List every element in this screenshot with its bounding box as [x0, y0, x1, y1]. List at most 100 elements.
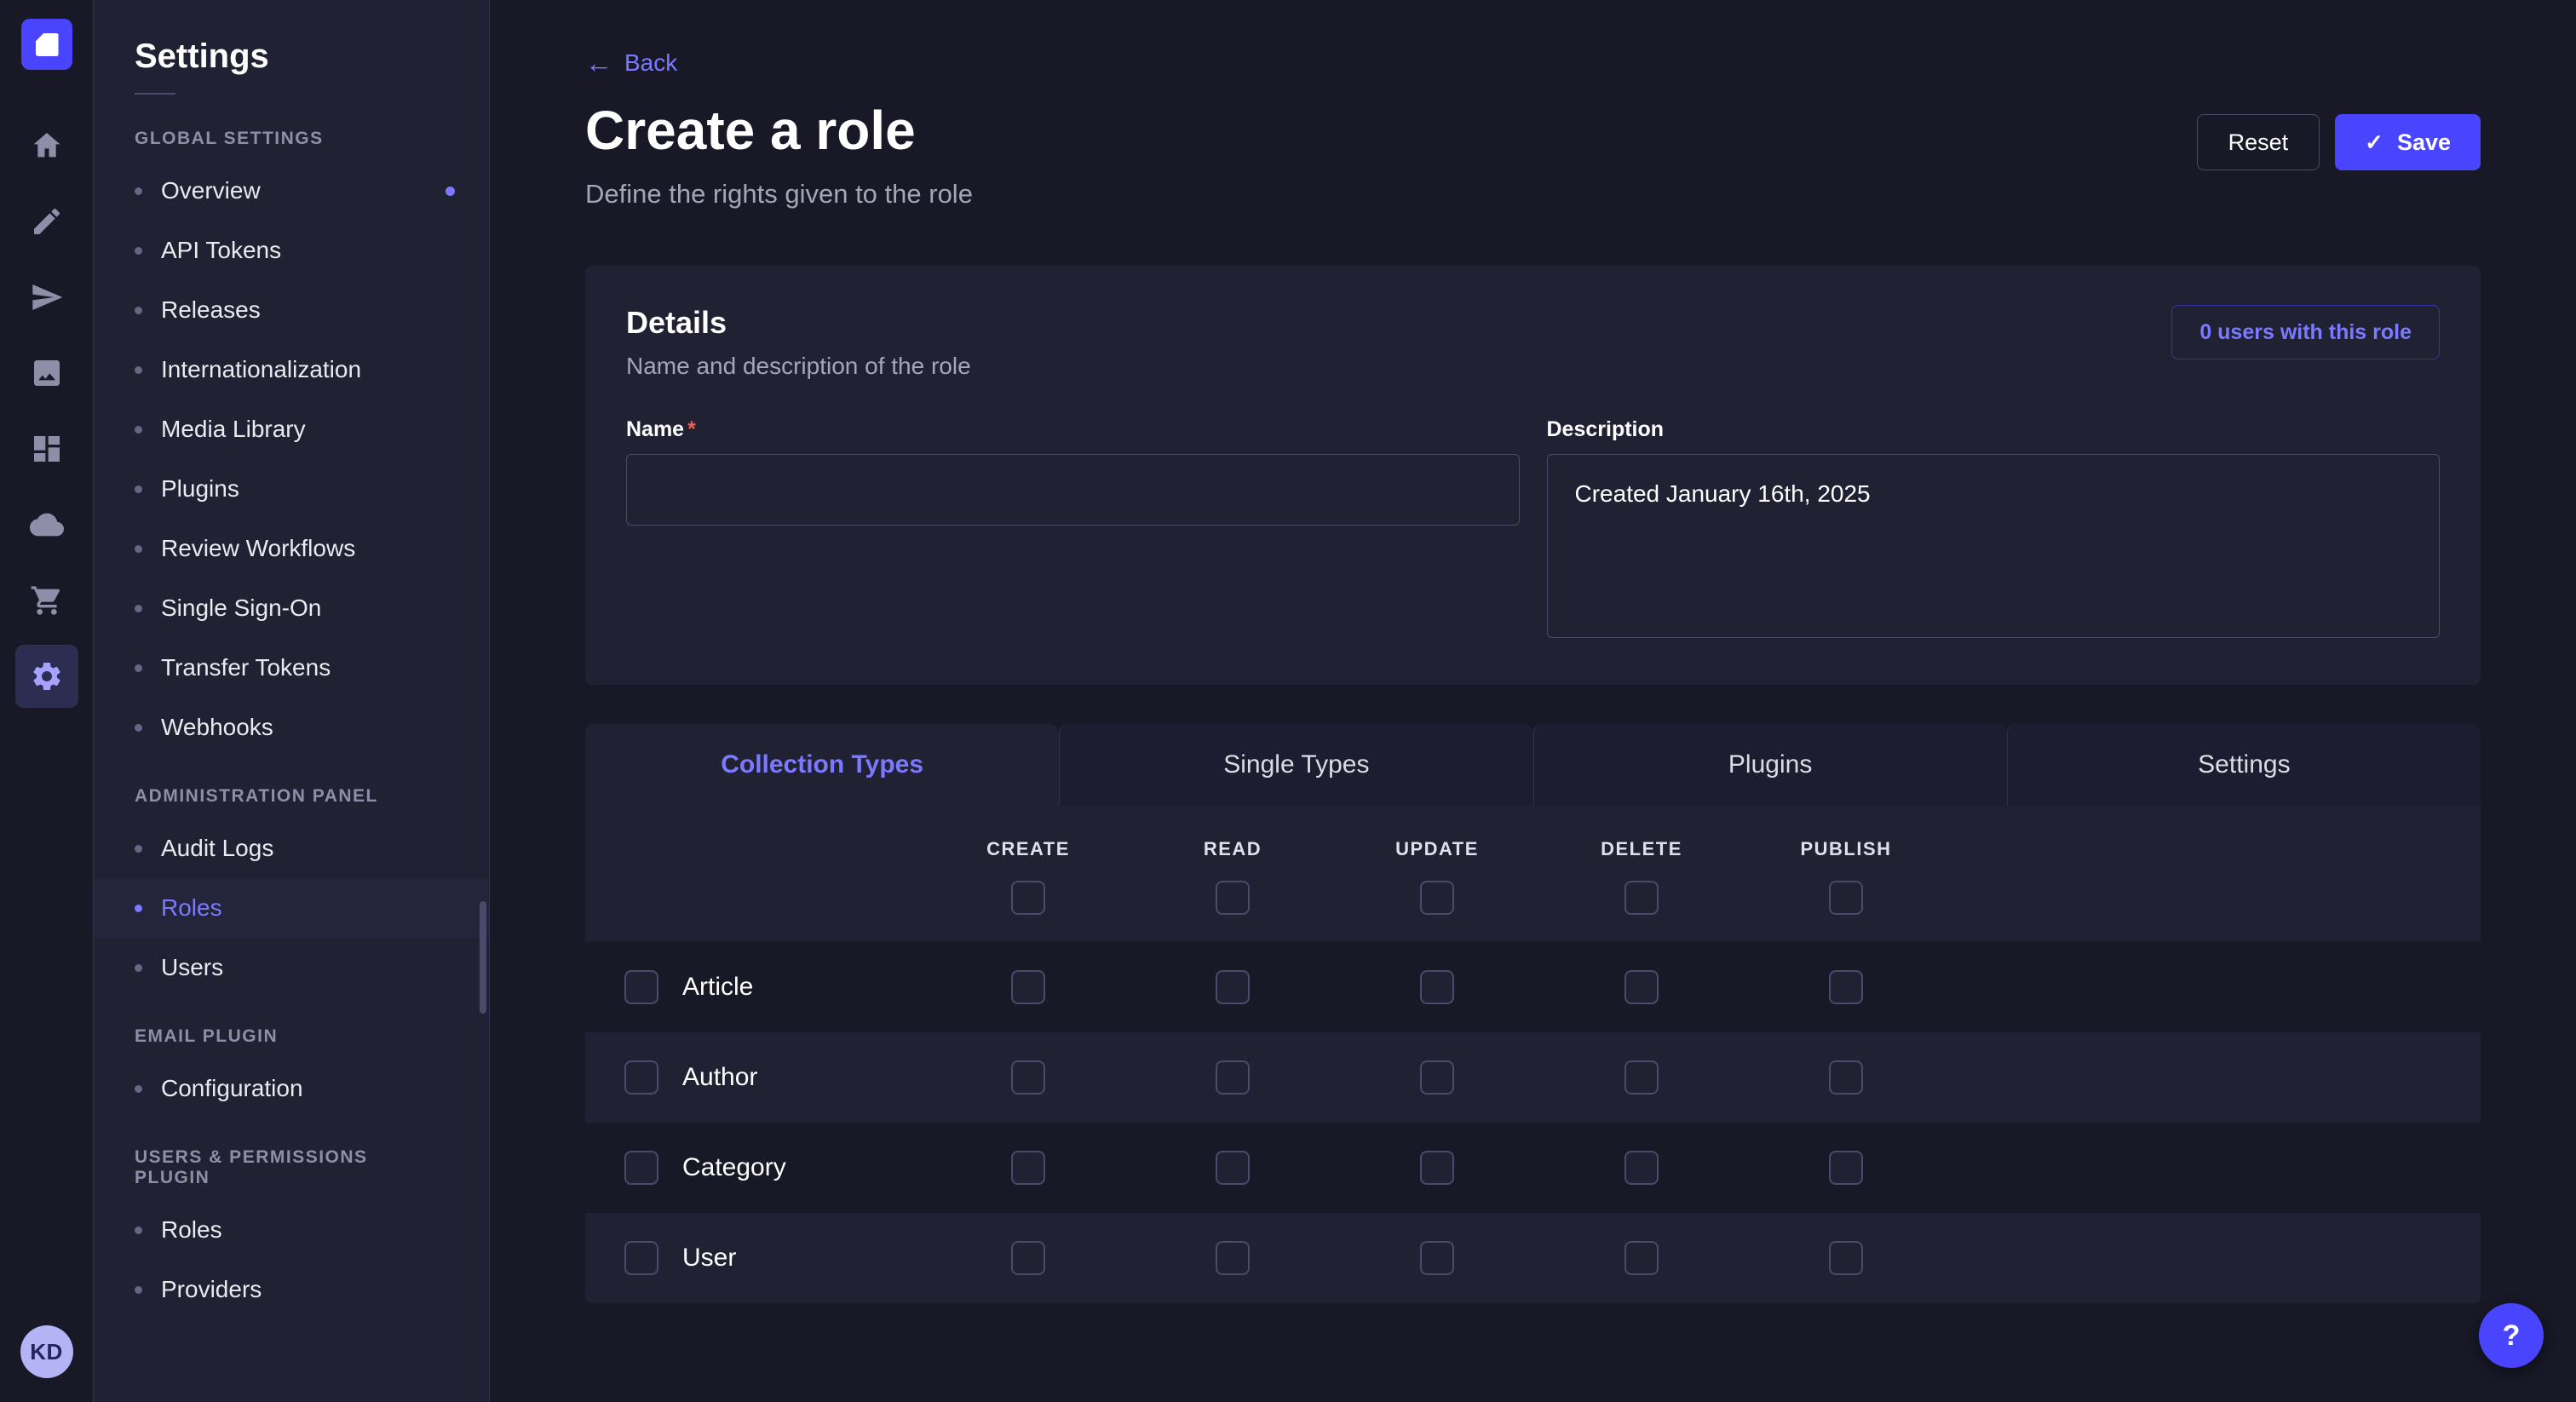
details-card: Details Name and description of the role… [585, 266, 2481, 685]
sidebar-item-single-sign-on[interactable]: Single Sign-On [94, 578, 489, 638]
sidebar-item-label: Configuration [161, 1075, 303, 1102]
rail-button-paper-plane[interactable] [15, 266, 78, 329]
icon-rail: KD [0, 0, 94, 1402]
tab-plugins[interactable]: Plugins [1533, 724, 2007, 806]
save-button[interactable]: ✓ Save [2335, 114, 2481, 170]
article-read-checkbox[interactable] [1216, 970, 1250, 1004]
category-delete-checkbox[interactable] [1624, 1151, 1659, 1185]
bullet-icon [135, 545, 142, 553]
sidebar-item-api-tokens[interactable]: API Tokens [94, 221, 489, 280]
main-content: ← Back Create a role Define the rights g… [490, 0, 2576, 1402]
user-publish-checkbox[interactable] [1829, 1241, 1863, 1275]
select-all-publish-checkbox[interactable] [1829, 881, 1863, 915]
notification-dot-icon [446, 187, 455, 196]
sidebar-item-roles[interactable]: Roles [94, 1200, 489, 1260]
cloud-icon [30, 508, 64, 542]
select-all-create-checkbox[interactable] [1011, 881, 1045, 915]
row-select-user-checkbox[interactable] [624, 1241, 658, 1275]
article-update-checkbox[interactable] [1420, 970, 1454, 1004]
select-all-read-checkbox[interactable] [1216, 881, 1250, 915]
permission-row-author: Author [585, 1032, 2481, 1123]
bullet-icon [135, 1286, 142, 1294]
row-select-article-checkbox[interactable] [624, 970, 658, 1004]
permissions-header: CREATEREADUPDATEDELETEPUBLISH [585, 806, 2481, 942]
article-publish-checkbox[interactable] [1829, 970, 1863, 1004]
author-read-checkbox[interactable] [1216, 1060, 1250, 1095]
sidebar-scrollbar-thumb[interactable] [480, 901, 486, 1014]
rail-button-pen[interactable] [15, 190, 78, 253]
article-create-checkbox[interactable] [1011, 970, 1045, 1004]
row-select-category-checkbox[interactable] [624, 1151, 658, 1185]
sidebar-item-releases[interactable]: Releases [94, 280, 489, 340]
author-update-checkbox[interactable] [1420, 1060, 1454, 1095]
tab-collection-types[interactable]: Collection Types [585, 724, 1059, 806]
category-publish-checkbox[interactable] [1829, 1151, 1863, 1185]
required-asterisk: * [687, 417, 696, 441]
rail-button-gear[interactable] [15, 645, 78, 708]
rail-button-home[interactable] [15, 114, 78, 177]
help-button[interactable]: ? [2479, 1303, 2544, 1368]
author-create-checkbox[interactable] [1011, 1060, 1045, 1095]
sidebar-section: ADMINISTRATION PANELAudit LogsRolesUsers [94, 757, 489, 997]
sidebar-item-configuration[interactable]: Configuration [94, 1059, 489, 1118]
avatar[interactable]: KD [20, 1325, 73, 1378]
details-subtitle: Name and description of the role [626, 353, 971, 380]
rail-button-cart[interactable] [15, 569, 78, 632]
user-delete-checkbox[interactable] [1624, 1241, 1659, 1275]
tab-settings[interactable]: Settings [2007, 724, 2481, 806]
gear-icon [30, 659, 64, 693]
sidebar-sections: GLOBAL SETTINGSOverviewAPI TokensRelease… [94, 100, 489, 1319]
user-create-checkbox[interactable] [1011, 1241, 1045, 1275]
sidebar-item-label: Transfer Tokens [161, 654, 331, 681]
back-link[interactable]: ← Back [585, 49, 677, 77]
name-input[interactable] [626, 454, 1520, 526]
row-select-author-checkbox[interactable] [624, 1060, 658, 1095]
sidebar-item-overview[interactable]: Overview [94, 161, 489, 221]
app-window: KD Settings GLOBAL SETTINGSOverviewAPI T… [0, 0, 2576, 1402]
author-publish-checkbox[interactable] [1829, 1060, 1863, 1095]
users-with-role-button[interactable]: 0 users with this role [2171, 305, 2440, 359]
rail-button-cloud[interactable] [15, 493, 78, 556]
reset-button[interactable]: Reset [2197, 114, 2320, 170]
row-label-article: Article [682, 973, 753, 1002]
bullet-icon [135, 605, 142, 612]
user-update-checkbox[interactable] [1420, 1241, 1454, 1275]
permissions-tabs: Collection TypesSingle TypesPluginsSetti… [585, 724, 2481, 806]
rail-button-media[interactable] [15, 342, 78, 405]
cart-icon [30, 583, 64, 618]
bullet-icon [135, 247, 142, 255]
category-create-checkbox[interactable] [1011, 1151, 1045, 1185]
sidebar-item-audit-logs[interactable]: Audit Logs [94, 819, 489, 878]
tab-single-types[interactable]: Single Types [1059, 724, 1532, 806]
select-all-delete-checkbox[interactable] [1624, 881, 1659, 915]
category-update-checkbox[interactable] [1420, 1151, 1454, 1185]
sidebar-item-internationalization[interactable]: Internationalization [94, 340, 489, 399]
page-subtitle: Define the rights given to the role [585, 179, 973, 210]
sidebar-item-roles[interactable]: Roles [94, 878, 489, 938]
sidebar-item-label: Releases [161, 296, 261, 324]
column-header-publish: PUBLISH [1744, 838, 1948, 860]
user-read-checkbox[interactable] [1216, 1241, 1250, 1275]
sidebar-item-label: Internationalization [161, 356, 361, 383]
sidebar-item-review-workflows[interactable]: Review Workflows [94, 519, 489, 578]
bullet-icon [135, 366, 142, 374]
sidebar-section: EMAIL PLUGINConfiguration [94, 997, 489, 1118]
author-delete-checkbox[interactable] [1624, 1060, 1659, 1095]
sidebar-item-media-library[interactable]: Media Library [94, 399, 489, 459]
sidebar-item-transfer-tokens[interactable]: Transfer Tokens [94, 638, 489, 698]
sidebar-item-plugins[interactable]: Plugins [94, 459, 489, 519]
sidebar-item-providers[interactable]: Providers [94, 1260, 489, 1319]
article-delete-checkbox[interactable] [1624, 970, 1659, 1004]
strapi-logo-icon[interactable] [21, 19, 72, 70]
sidebar-item-webhooks[interactable]: Webhooks [94, 698, 489, 757]
header-actions: Reset ✓ Save [2197, 114, 2481, 170]
sidebar-section: GLOBAL SETTINGSOverviewAPI TokensRelease… [94, 100, 489, 757]
rail-button-layout[interactable] [15, 417, 78, 480]
category-read-checkbox[interactable] [1216, 1151, 1250, 1185]
sidebar-item-label: Webhooks [161, 714, 273, 741]
sidebar-section-label: USERS & PERMISSIONS PLUGIN [94, 1118, 489, 1200]
description-textarea[interactable]: Created January 16th, 2025 [1547, 454, 2441, 638]
sidebar-item-users[interactable]: Users [94, 938, 489, 997]
icon-rail-items [15, 114, 78, 721]
select-all-update-checkbox[interactable] [1420, 881, 1454, 915]
